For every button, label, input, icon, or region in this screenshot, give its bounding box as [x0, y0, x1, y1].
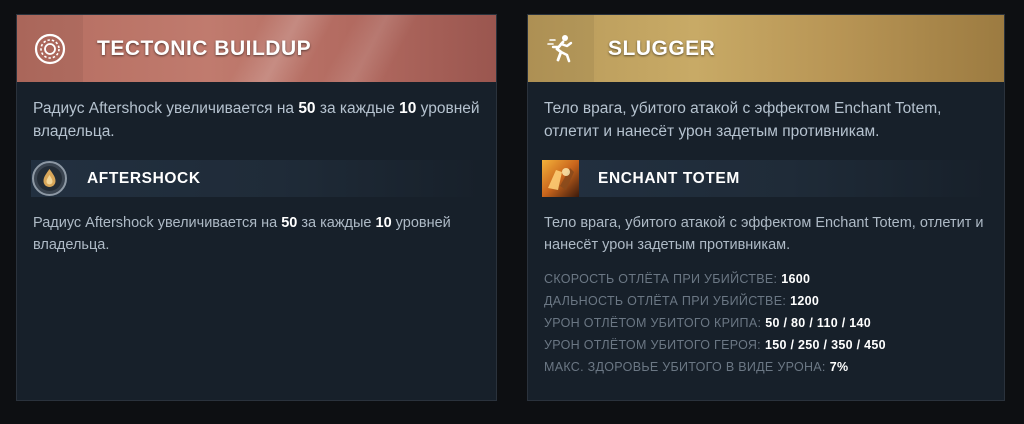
- stat-row: СКОРОСТЬ ОТЛЁТА ПРИ УБИЙСТВЕ: 1600: [544, 268, 886, 290]
- stat-label: УРОН ОТЛЁТОМ УБИТОГО ГЕРОЯ:: [544, 338, 761, 352]
- card-title: SLUGGER: [608, 36, 716, 60]
- ability-stats: СКОРОСТЬ ОТЛЁТА ПРИ УБИЙСТВЕ: 1600 ДАЛЬНО…: [544, 268, 886, 378]
- facet-card-slugger: SLUGGER Тело врага, убитого атакой с эфф…: [527, 14, 1005, 401]
- stat-value: 50 / 80 / 110 / 140: [765, 316, 872, 330]
- facet-description: Радиус Aftershock увеличивается на 50 за…: [33, 100, 480, 140]
- facet-card-tectonic-buildup: TECTONIC BUILDUP Радиус Aftershock увели…: [16, 14, 497, 401]
- stat-label: УРОН ОТЛЁТОМ УБИТОГО КРИПА:: [544, 316, 762, 330]
- ability-name: AFTERSHOCK: [87, 169, 201, 187]
- stat-label: ДАЛЬНОСТЬ ОТЛЁТА ПРИ УБИЙСТВЕ:: [544, 294, 787, 308]
- ring-icon: [17, 15, 83, 82]
- stat-value: 150 / 250 / 350 / 450: [764, 338, 886, 352]
- card-header: TECTONIC BUILDUP: [17, 15, 496, 82]
- aftershock-icon: [31, 160, 68, 197]
- card-header: SLUGGER: [528, 15, 1004, 82]
- stat-label: МАКС. ЗДОРОВЬЕ УБИТОГО В ВИДЕ УРОНА:: [544, 360, 826, 374]
- enchant-totem-icon: [542, 160, 579, 197]
- stat-label: СКОРОСТЬ ОТЛЁТА ПРИ УБИЙСТВЕ:: [544, 272, 778, 286]
- card-title: TECTONIC BUILDUP: [97, 36, 312, 60]
- stat-row: МАКС. ЗДОРОВЬЕ УБИТОГО В ВИДЕ УРОНА: 7%: [544, 356, 886, 378]
- stat-row: УРОН ОТЛЁТОМ УБИТОГО КРИПА: 50 / 80 / 110…: [544, 312, 886, 334]
- ability-description: Тело врага, убитого атакой с эффектом En…: [544, 215, 984, 253]
- stat-row: ДАЛЬНОСТЬ ОТЛЁТА ПРИ УБИЙСТВЕ: 1200: [544, 290, 886, 312]
- ability-row-aftershock[interactable]: AFTERSHOCK: [31, 160, 482, 197]
- running-figure-icon: [528, 15, 594, 82]
- ability-name: ENCHANT TOTEM: [598, 169, 740, 187]
- stat-row: УРОН ОТЛЁТОМ УБИТОГО ГЕРОЯ: 150 / 250 / 3…: [544, 334, 886, 356]
- stat-value: 1200: [790, 294, 820, 308]
- stat-value: 1600: [781, 272, 811, 286]
- facet-description: Тело врага, убитого атакой с эффектом En…: [544, 100, 942, 140]
- stat-value: 7%: [829, 360, 849, 374]
- ability-description: Радиус Aftershock увеличивается на 50 за…: [33, 215, 451, 253]
- ability-row-enchant-totem[interactable]: ENCHANT TOTEM: [542, 160, 990, 197]
